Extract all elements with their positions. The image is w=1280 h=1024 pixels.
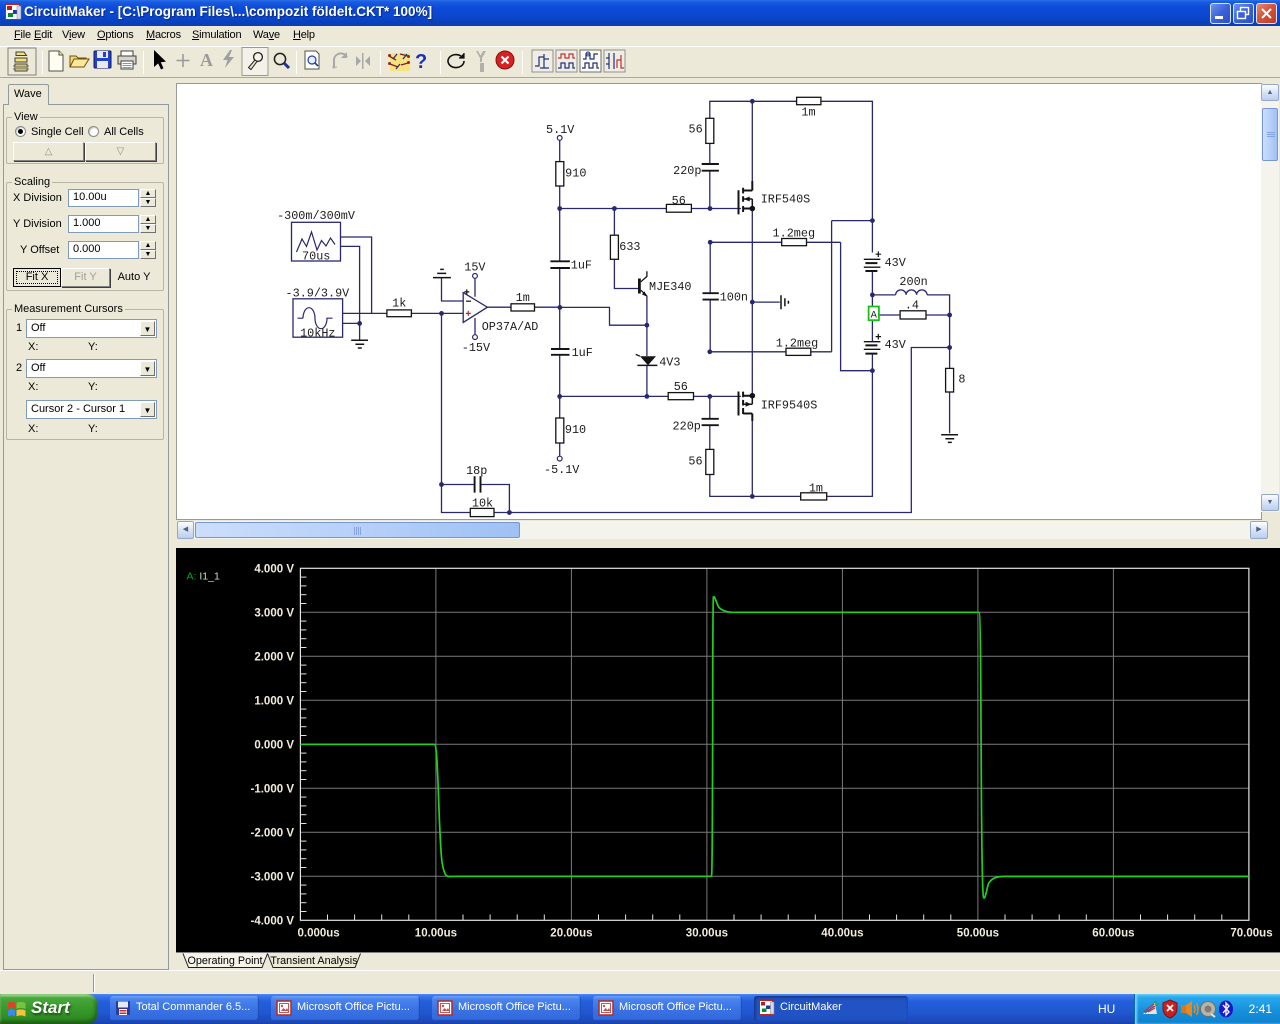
svg-text:-15V: -15V — [462, 341, 491, 355]
svg-text:0.000us: 0.000us — [298, 928, 340, 940]
svg-text:OP37A/AD: OP37A/AD — [482, 320, 539, 334]
svg-text:220p: 220p — [673, 420, 701, 434]
svg-text:?: ? — [415, 51, 427, 73]
svg-text:3.000 V: 3.000 V — [254, 608, 294, 620]
svg-text:1uF: 1uF — [571, 259, 592, 273]
svg-text:-1.000 V: -1.000 V — [251, 784, 295, 796]
svg-text:8: 8 — [958, 372, 965, 386]
svg-text:30.00us: 30.00us — [686, 928, 728, 940]
svg-text:-4.000 V: -4.000 V — [251, 916, 295, 928]
svg-text:43V: 43V — [885, 256, 907, 270]
svg-text:1.2meg: 1.2meg — [773, 227, 815, 241]
svg-text:633: 633 — [619, 240, 640, 254]
svg-text:10.00us: 10.00us — [415, 928, 457, 940]
svg-text:-3.000 V: -3.000 V — [251, 872, 295, 884]
svg-text:43V: 43V — [885, 338, 907, 352]
svg-text:-2.000 V: -2.000 V — [251, 828, 295, 840]
svg-text:A: A — [871, 309, 878, 321]
svg-text:100n: 100n — [720, 290, 748, 304]
svg-text:4.000 V: 4.000 V — [254, 564, 294, 576]
svg-text:1m: 1m — [809, 482, 823, 496]
svg-text:-3.9/3.9V: -3.9/3.9V — [286, 286, 351, 300]
svg-text:18p: 18p — [466, 464, 487, 478]
svg-text:20.00us: 20.00us — [550, 928, 592, 940]
svg-text:4V3: 4V3 — [659, 355, 680, 369]
svg-text:A: A — [200, 50, 213, 70]
svg-text:70us: 70us — [302, 250, 330, 264]
svg-text:56: 56 — [674, 380, 688, 394]
svg-text:10kHz: 10kHz — [300, 326, 335, 340]
svg-text:56: 56 — [689, 123, 703, 137]
svg-text:IRF540S: IRF540S — [761, 193, 811, 207]
svg-text:910: 910 — [565, 166, 586, 180]
svg-text:1.000 V: 1.000 V — [254, 696, 294, 708]
svg-text:60.00us: 60.00us — [1092, 928, 1134, 940]
svg-text:1k: 1k — [392, 297, 406, 311]
svg-text:40.00us: 40.00us — [821, 928, 863, 940]
svg-text:1m: 1m — [801, 105, 815, 119]
svg-text:.4: .4 — [905, 299, 919, 313]
svg-text:2.000 V: 2.000 V — [254, 652, 294, 664]
svg-text:910: 910 — [565, 423, 586, 437]
svg-text:1uF: 1uF — [572, 346, 593, 360]
svg-text:Transient Analysis: Transient Analysis — [270, 955, 358, 967]
svg-text:70.00us: 70.00us — [1230, 928, 1272, 940]
svg-text:220p: 220p — [673, 164, 701, 178]
svg-text:56: 56 — [688, 455, 702, 469]
svg-text:-5.1V: -5.1V — [544, 463, 580, 477]
svg-text:15V: 15V — [464, 260, 486, 274]
svg-text:10k: 10k — [472, 496, 493, 510]
svg-text:5.1V: 5.1V — [546, 123, 575, 137]
svg-text:0.000 V: 0.000 V — [254, 740, 294, 752]
svg-text:A: I1_1: A: I1_1 — [187, 571, 220, 583]
svg-text:1.2meg: 1.2meg — [776, 336, 818, 350]
svg-text:Operating Point: Operating Point — [187, 955, 262, 967]
svg-text:MJE340: MJE340 — [649, 280, 691, 294]
svg-text:56: 56 — [672, 194, 686, 208]
svg-text:50.00us: 50.00us — [957, 928, 999, 940]
svg-text:IRF9540S: IRF9540S — [761, 399, 818, 413]
svg-text:200n: 200n — [899, 275, 927, 289]
svg-text:1m: 1m — [516, 291, 530, 305]
svg-text:-300m/300mV: -300m/300mV — [277, 209, 356, 223]
